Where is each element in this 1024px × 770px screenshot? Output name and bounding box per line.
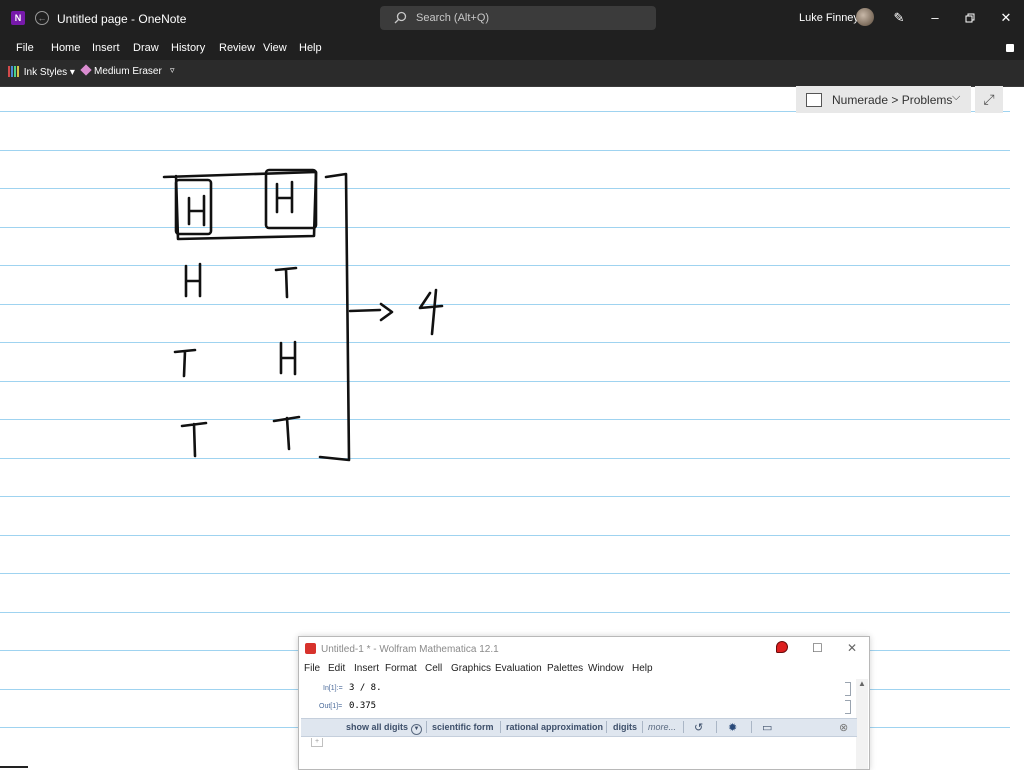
suggestions-bar: show all digits ▼ scientific form rationa… <box>301 718 857 737</box>
breadcrumb[interactable]: Numerade > Problems ⌵ <box>796 86 971 113</box>
mathematica-title-bar: Untitled-1 * - Wolfram Mathematica 12.1 … <box>299 637 869 661</box>
cell-bracket[interactable] <box>845 682 851 696</box>
ink-letter-h <box>187 194 206 227</box>
ink-bracket <box>318 172 351 462</box>
cell-bracket[interactable] <box>845 700 851 714</box>
mma-menu-evaluation[interactable]: Evaluation <box>495 663 542 674</box>
notification-icon[interactable] <box>776 641 788 653</box>
ink-letter-t <box>272 415 301 451</box>
input-cell[interactable]: 3 / 8. <box>349 683 382 693</box>
ink-numeral-4 <box>418 288 444 336</box>
mathematica-logo-icon <box>305 643 316 654</box>
chevron-down-icon: ▼ <box>411 724 423 735</box>
ink-arrow <box>348 302 394 322</box>
more-button[interactable]: more... <box>648 722 676 732</box>
divider <box>426 721 427 733</box>
mma-menu-help[interactable]: Help <box>632 663 653 674</box>
show-all-digits-button[interactable]: show all digits ▼ <box>346 722 423 735</box>
rational-approximation-button[interactable]: rational approximation <box>506 722 603 732</box>
ink-letter-h <box>275 180 294 214</box>
ink-letter-t <box>274 266 298 299</box>
divider <box>751 721 752 733</box>
ink-letter-t <box>180 421 208 458</box>
chevron-down-icon: ⌵ <box>952 91 961 103</box>
divider <box>716 721 717 733</box>
chat-icon[interactable]: ▭ <box>762 721 772 734</box>
output-cell[interactable]: 0.375 <box>349 701 376 711</box>
mma-menu-file[interactable]: File <box>304 663 320 674</box>
mathematica-menu-bar: File Edit Insert Format Cell Graphics Ev… <box>299 661 869 679</box>
divider <box>500 721 501 733</box>
expand-icon[interactable]: ⤢ <box>975 86 1003 113</box>
mma-menu-window[interactable]: Window <box>588 663 624 674</box>
close-icon[interactable]: ⊗ <box>839 721 848 734</box>
scroll-up-icon[interactable]: ▲ <box>858 679 866 688</box>
ink-letter-h <box>279 340 297 376</box>
close-icon[interactable]: ✕ <box>847 641 857 655</box>
mma-menu-edit[interactable]: Edit <box>328 663 345 674</box>
digits-button[interactable]: digits <box>613 722 637 732</box>
ink-box-stroke <box>174 178 213 236</box>
section-icon <box>806 93 822 107</box>
add-cell-icon[interactable]: + <box>311 738 323 747</box>
breadcrumb-text: Numerade > Problems <box>832 93 953 107</box>
input-cell-label: In[1]:= <box>323 685 343 692</box>
gear-icon[interactable]: ✹ <box>728 721 737 734</box>
mma-menu-format[interactable]: Format <box>385 663 417 674</box>
show-all-digits-label: show all digits <box>346 722 409 732</box>
mathematica-title: Untitled-1 * - Wolfram Mathematica 12.1 <box>321 644 499 655</box>
divider <box>642 721 643 733</box>
mma-menu-cell[interactable]: Cell <box>425 663 442 674</box>
divider <box>683 721 684 733</box>
mathematica-window[interactable]: Untitled-1 * - Wolfram Mathematica 12.1 … <box>298 636 870 770</box>
scrollbar[interactable]: ▲ <box>856 679 868 769</box>
scientific-form-button[interactable]: scientific form <box>432 722 494 732</box>
mma-menu-insert[interactable]: Insert <box>354 663 379 674</box>
mma-menu-palettes[interactable]: Palettes <box>547 663 583 674</box>
mma-menu-graphics[interactable]: Graphics <box>451 663 491 674</box>
maximize-icon[interactable]: ☐ <box>812 641 823 655</box>
undo-icon[interactable]: ↺ <box>694 721 703 734</box>
ink-letter-t <box>173 348 197 378</box>
ink-letter-h <box>184 262 202 298</box>
divider <box>606 721 607 733</box>
output-cell-label: Out[1]= <box>319 703 343 710</box>
